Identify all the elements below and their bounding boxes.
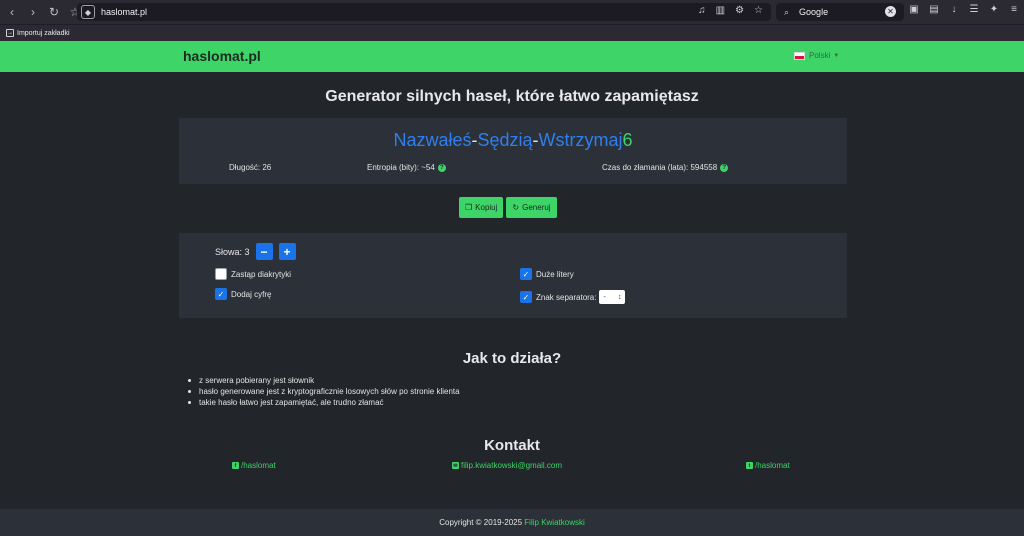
password-word: Sędzią [477,130,533,150]
back-icon[interactable]: ‹ [3,3,21,21]
password-panel: Nazwałeś-Sędzią-Wstrzymaj6 Długość: 26 E… [179,118,847,184]
email-link[interactable]: ✉ filip.kwiatkowski@gmail.com [452,461,562,470]
separator-checkbox[interactable]: ✓ [520,291,532,303]
language-dropdown[interactable]: Polski ▼ [794,51,839,60]
length-stat: Długość: 26 [229,163,271,172]
add-digit-option[interactable]: ✓ Dodaj cyfrę [215,288,271,300]
address-bar[interactable]: ◆ haslomat.pl ♫ ▥ ⚙ ☆ [77,3,771,21]
language-label: Polski [809,51,831,60]
clear-search-icon[interactable]: ✕ [885,6,896,17]
shield-icon[interactable]: ◆ [81,5,95,19]
crack-time-label: Czas do złamania (lata): 594558 [602,163,718,172]
brand-logo[interactable]: haslomat.pl [183,48,261,64]
generated-password[interactable]: Nazwałeś-Sędzią-Wstrzymaj6 [179,130,847,151]
menu-icon[interactable]: ≡ [1008,4,1020,15]
word-count-label: Słowa: 3 [215,246,250,257]
word-count-control: Słowa: 3 − + [215,243,296,260]
select-arrows-icon: ↕ [617,293,622,301]
list-item: hasło generowane jest z kryptograficznie… [188,386,460,397]
question-icon[interactable]: ? [720,163,729,172]
generate-label: Generuj [522,203,551,212]
entropy-label: Entropia (bity): ~54 [367,163,435,172]
generate-button[interactable]: ↻ Generuj [506,197,557,218]
replace-diacritics-label: Zastąp diakrytyki [231,269,292,279]
password-word: Wstrzymaj [538,130,623,150]
entropy-stat: Entropia (bity): ~54 ? [367,163,446,172]
twitter-label: /haslomat [755,461,790,470]
copy-icon: ❐ [465,203,473,212]
replace-diacritics-checkbox[interactable] [215,268,227,280]
reload-icon[interactable]: ↻ [45,3,63,21]
uppercase-option[interactable]: ✓ Duże litery [520,268,574,280]
list-item-text: takie hasło łatwo jest zapamiętać, ale t… [199,398,384,407]
import-bookmarks-link[interactable]: → Importuj zakładki [6,29,70,37]
read-aloud-icon[interactable]: ♫ [698,5,706,16]
browser-toolbar-icons: ▣ ▤ ↓ ☰ ✦ ≡ [908,4,1020,15]
search-icon: ⌕ [784,6,790,17]
refresh-icon: ↻ [512,203,520,212]
footer: Copyright © 2019-2025 Filip Kwiatkowski [0,509,1024,536]
list-item-text: hasło generowane jest z kryptograficznie… [199,387,460,396]
uppercase-label: Duże litery [536,269,574,279]
separator-value: - [603,293,606,301]
bookmarks-icon[interactable]: ☰ [968,4,980,15]
email-label: filip.kwiatkowski@gmail.com [461,461,563,470]
chevron-down-icon: ▼ [833,52,840,59]
puzzle-icon[interactable]: ✦ [988,4,1000,15]
length-label: Długość: 26 [229,163,272,172]
poland-flag-icon [794,51,805,60]
bullet-icon [188,379,191,382]
favorite-icon[interactable]: ☆ [754,5,763,16]
separator-label: Znak separatora: [536,292,597,302]
how-it-works-list: z serwera pobierany jest słownik hasło g… [188,375,460,408]
import-icon: → [6,29,14,37]
author-link[interactable]: Filip Kwiatkowski [524,518,584,527]
bookmarks-bar: → Importuj zakładki [0,24,1024,41]
list-item-text: z serwera pobierany jest słownik [199,376,315,385]
envelope-icon: ✉ [452,462,459,469]
list-item: z serwera pobierany jest słownik [188,375,460,386]
facebook-icon: f [232,462,239,469]
twitter-link[interactable]: t /haslomat [746,461,790,470]
contact-title: Kontakt [484,437,540,454]
url-text[interactable]: haslomat.pl [101,7,147,17]
copy-label: Kopiuj [475,203,498,212]
options-panel: Słowa: 3 − + Zastąp diakrytyki ✓ Dodaj c… [179,233,847,318]
add-digit-checkbox[interactable]: ✓ [215,288,227,300]
facebook-label: /haslomat [241,461,276,470]
address-bar-icons: ♫ ▥ ⚙ ☆ [698,5,763,16]
replace-diacritics-option[interactable]: Zastąp diakrytyki [215,268,291,280]
list-item: takie hasło łatwo jest zapamiętać, ale t… [188,397,460,408]
increase-words-button[interactable]: + [278,243,296,260]
action-buttons: ❐ Kopiuj ↻ Generuj [459,197,557,218]
download-icon[interactable]: ↓ [948,4,960,15]
how-it-works-title: Jak to działa? [462,350,562,367]
bullet-icon [188,401,191,404]
import-bookmarks-label: Importuj zakładki [17,29,70,37]
reader-view-icon[interactable]: ▥ [716,5,725,16]
password-word: Nazwałeś [393,130,472,150]
search-box[interactable]: ⌕ Google ✕ [776,3,904,21]
search-engine-label[interactable]: Google [799,7,828,17]
question-icon[interactable]: ? [437,163,446,172]
forward-icon[interactable]: › [24,3,42,21]
add-digit-label: Dodaj cyfrę [231,289,272,299]
twitter-icon: t [746,462,753,469]
extensions-icon[interactable]: ⚙ [735,5,744,16]
crack-time-stat: Czas do złamania (lata): 594558 ? [602,163,729,172]
bullet-icon [188,390,191,393]
site-header: haslomat.pl Polski ▼ [0,41,1024,72]
screenshot-icon[interactable]: ▣ [908,4,920,15]
separator-select[interactable]: - ↕ [599,290,626,304]
notes-icon[interactable]: ▤ [928,4,940,15]
decrease-words-button[interactable]: − [255,243,273,260]
facebook-link[interactable]: f /haslomat [232,461,276,470]
password-digit: 6 [622,130,633,150]
browser-toolbar: ‹ › ↻ ☆ ◆ haslomat.pl ♫ ▥ ⚙ ☆ ⌕ Google ✕… [0,0,1024,24]
page-title: Generator silnych haseł, które łatwo zap… [325,88,699,105]
copyright-text: Copyright © 2019-2025 [439,518,523,527]
uppercase-checkbox[interactable]: ✓ [520,268,532,280]
copy-button[interactable]: ❐ Kopiuj [459,197,504,218]
separator-option[interactable]: ✓ Znak separatora: - ↕ [520,290,626,304]
